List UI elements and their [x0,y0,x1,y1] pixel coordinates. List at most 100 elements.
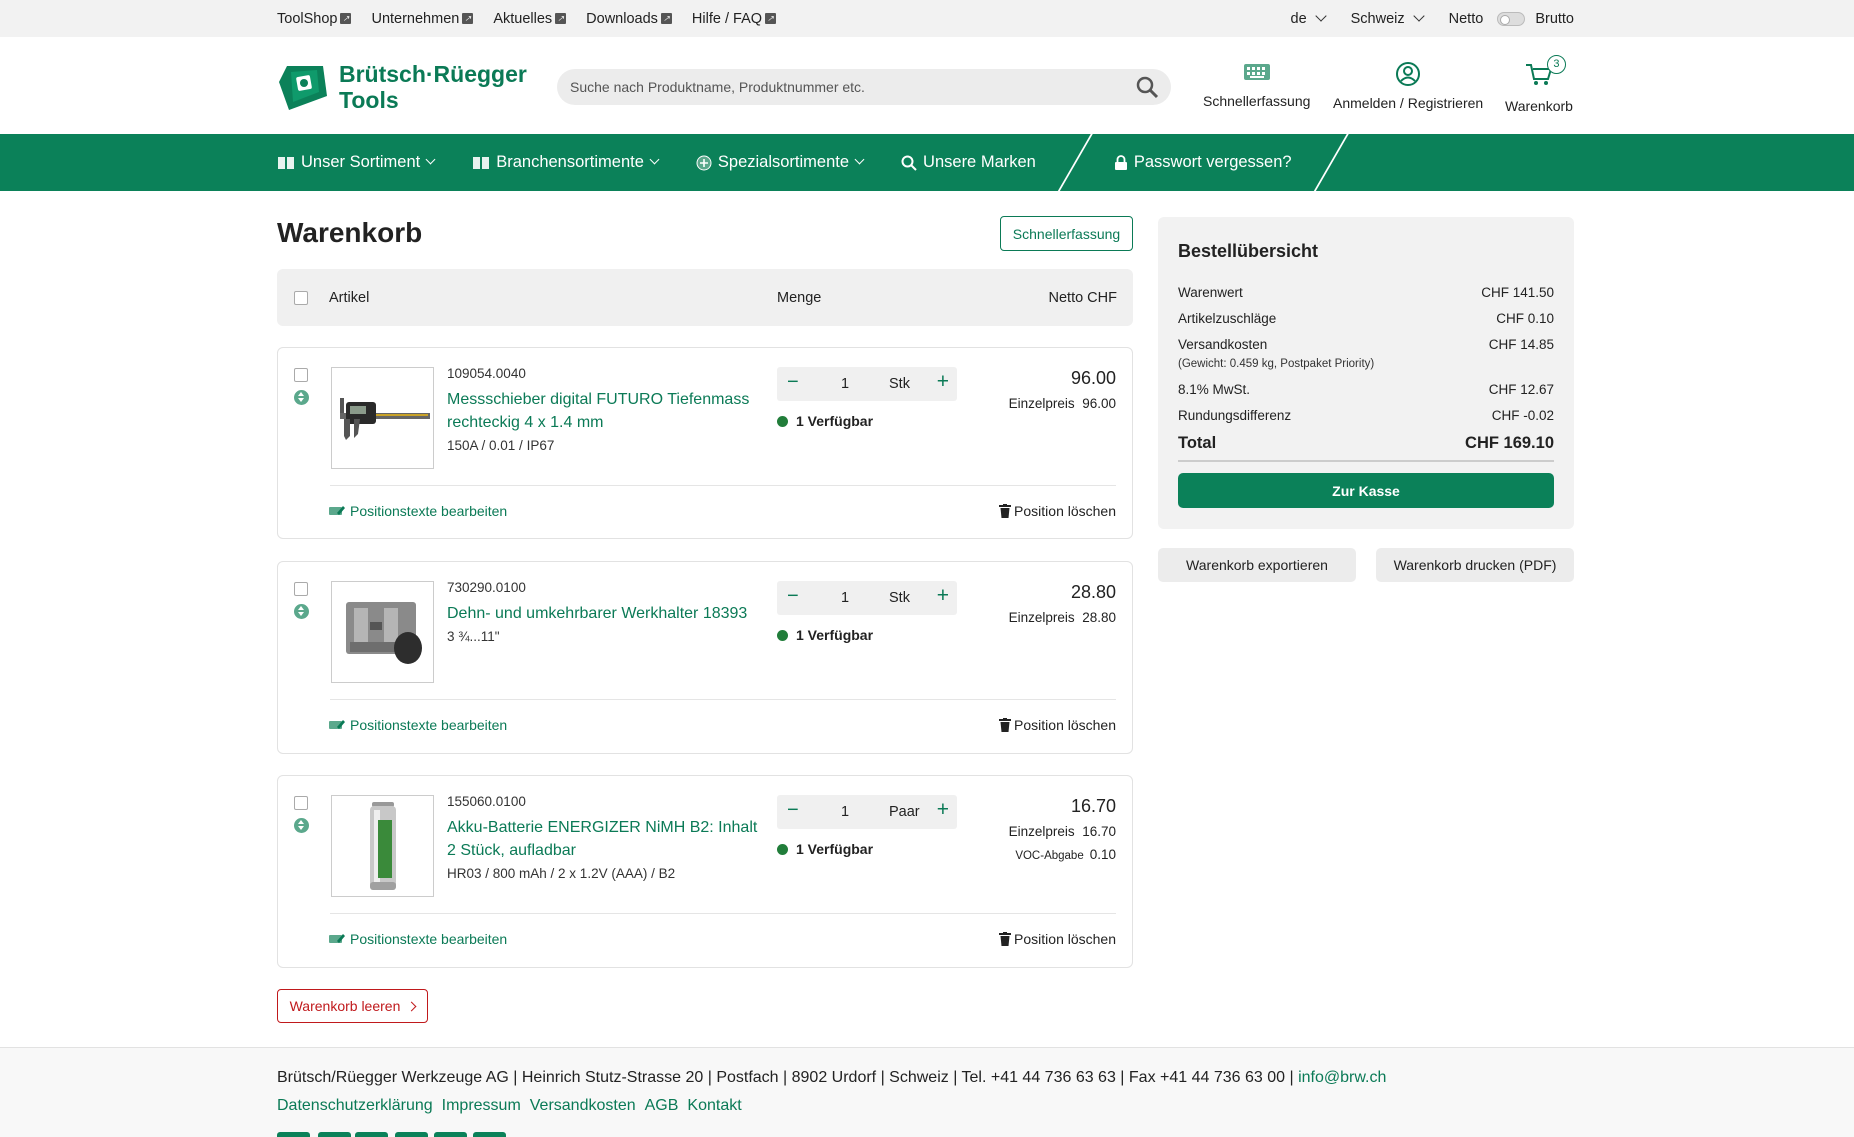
item-desc: HR03 / 800 mAh / 2 x 1.2V (AAA) / B2 [447,866,676,881]
item-checkbox[interactable] [294,582,308,596]
chevron-down-icon [425,154,436,165]
summary-row: Versandkosten CHF 14.85 [1178,337,1554,352]
external-link-icon: ↗ [660,13,672,24]
item-name-link[interactable]: Messschieber digital FUTURO Tiefenmass r… [447,388,765,434]
unit-label: Stk [889,376,910,392]
login-button[interactable]: Anmelden / Registrieren [1333,61,1483,111]
item-unit-price: Einzelpreis 16.70 [1008,824,1116,839]
unit-label: Stk [889,590,910,606]
item-name-link[interactable]: Dehn- und umkehrbarer Werkhalter 18393 [447,602,765,625]
item-price: 28.80 [1070,582,1116,602]
product-image-battery[interactable] [331,795,434,897]
nav-unsere-marken[interactable]: Unsere Marken [901,153,1036,172]
quantity-input[interactable]: 1 [841,590,849,606]
decrease-qty-button[interactable]: − [787,585,799,608]
increase-qty-button[interactable]: + [937,584,949,608]
trash-icon [999,718,1012,732]
footer-link-shipping[interactable]: Versandkosten [530,1097,636,1115]
quantity-input[interactable]: 1 [841,376,849,392]
increase-qty-button[interactable]: + [937,798,949,822]
summary-row: Artikelzuschläge CHF 0.10 [1178,311,1554,326]
product-image-workholder[interactable] [331,581,434,683]
social-icon[interactable] [473,1132,506,1137]
edit-position-texts-link[interactable]: Positionstexte bearbeiten [328,503,507,519]
footer-link-terms[interactable]: AGB [645,1097,679,1115]
footer-link-imprint[interactable]: Impressum [442,1097,521,1115]
edit-position-texts-link[interactable]: Positionstexte bearbeiten [328,717,507,733]
aktuelles-link[interactable]: Aktuelles ↗ [493,11,567,27]
nav-unser-sortiment[interactable]: Unser Sortiment [277,153,436,172]
edit-label-icon [329,720,345,729]
item-checkbox[interactable] [294,368,308,382]
toolshop-link[interactable]: ToolShop ↗ [277,11,352,27]
item-checkbox[interactable] [294,796,308,810]
delete-position-button[interactable]: Position löschen [999,931,1116,947]
social-icon[interactable] [277,1132,310,1137]
social-icon[interactable] [395,1132,428,1137]
keyboard-icon [1243,64,1270,80]
quantity-input[interactable]: 1 [841,804,849,820]
item-name-link[interactable]: Akku-Batterie ENERGIZER NiMH B2: Inhalt … [447,816,765,862]
logo-text: Brütsch·Rüegger Tools [339,61,527,113]
sort-handle-icon[interactable] [294,818,309,833]
divider [330,913,1116,914]
cart-icon-wrap: 3 [1525,55,1566,90]
lock-icon [1114,154,1127,170]
availability-dot-icon [777,843,788,855]
language-select[interactable]: de [1291,9,1327,27]
export-cart-button[interactable]: Warenkorb exportieren [1158,548,1356,582]
country-select[interactable]: Schweiz [1351,9,1425,27]
availability: 1 Verfügbar [777,841,873,857]
increase-qty-button[interactable]: + [937,370,949,394]
external-link-icon: ↗ [340,13,352,24]
logo[interactable]: Brütsch·Rüegger Tools [277,61,527,113]
decrease-qty-button[interactable]: − [787,799,799,822]
product-image-caliper[interactable] [331,367,434,469]
nav-spezialsortimente[interactable]: Spezialsortimente [696,153,865,172]
footer-link-contact[interactable]: Kontakt [687,1097,741,1115]
print-cart-button[interactable]: Warenkorb drucken (PDF) [1376,548,1574,582]
nav-passwort-vergessen[interactable]: Passwort vergessen? [1114,153,1292,172]
cart-button[interactable]: 3 Warenkorb [1505,55,1573,114]
page-title: Warenkorb [277,217,423,248]
quick-entry-cart-button[interactable]: Schnellerfassung [1000,216,1133,251]
price-mode: Netto Brutto [1448,10,1574,27]
main-nav: Unser Sortiment Branchensortimente Spezi… [0,130,1854,195]
item-sku: 109054.0040 [447,366,526,381]
netto-brutto-toggle[interactable] [1497,11,1526,26]
social-icon[interactable] [434,1132,467,1137]
quantity-stepper: − 1 Paar + [777,795,957,829]
delete-position-button[interactable]: Position löschen [999,717,1116,733]
clear-cart-button[interactable]: Warenkorb leeren [277,989,428,1023]
nav-divider [1311,130,1351,195]
delete-position-button[interactable]: Position löschen [999,503,1116,519]
item-sku: 155060.0100 [447,794,526,809]
summary-total: Total CHF 169.10 [1178,434,1554,452]
quick-entry-button[interactable]: Schnellerfassung [1203,61,1310,109]
sort-handle-icon[interactable] [294,390,309,405]
select-all-checkbox[interactable] [294,291,308,305]
email-link[interactable]: info@brw.ch [1298,1069,1386,1086]
summary-title: Bestellübersicht [1178,241,1319,261]
external-link-icon: ↗ [555,13,567,24]
search-input[interactable]: Suche nach Produktname, Produktnummer et… [557,69,1171,105]
summary-row: Rundungsdifferenz CHF -0.02 [1178,408,1554,423]
decrease-qty-button[interactable]: − [787,371,799,394]
edit-position-texts-link[interactable]: Positionstexte bearbeiten [328,931,507,947]
nav-branchensortimente[interactable]: Branchensortimente [472,153,660,172]
checkout-button[interactable]: Zur Kasse [1178,473,1554,508]
chevron-down-icon [854,154,865,165]
unternehmen-link[interactable]: Unternehmen ↗ [371,11,474,27]
search-icon[interactable] [1135,75,1159,102]
sort-handle-icon[interactable] [294,604,309,619]
social-icon[interactable] [318,1132,351,1137]
cart-count-badge: 3 [1546,55,1566,74]
social-icon[interactable] [355,1132,388,1137]
footer-link-privacy[interactable]: Datenschutzerklärung [277,1097,433,1115]
faq-link[interactable]: Hilfe / FAQ ↗ [692,11,777,27]
book-icon [278,156,294,169]
availability-dot-icon [777,629,788,641]
item-desc: 150A / 0.01 / IP67 [447,438,555,453]
downloads-link[interactable]: Downloads ↗ [586,11,672,27]
item-sku: 730290.0100 [447,580,526,595]
